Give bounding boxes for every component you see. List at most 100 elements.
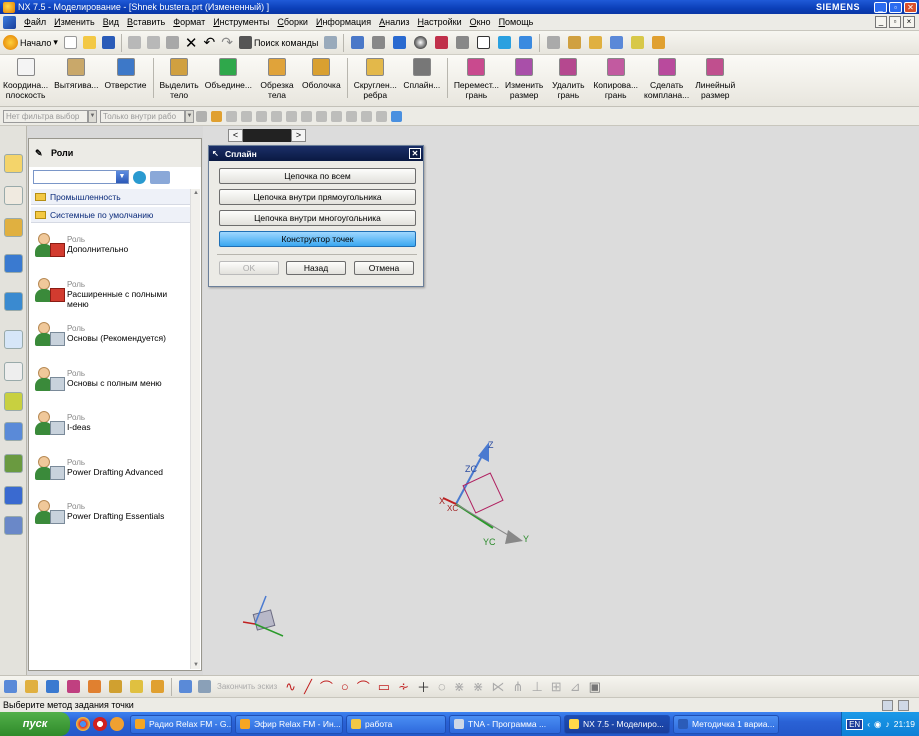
taskbar-button[interactable]: Радио Relax FM - G...	[130, 714, 232, 734]
undo-icon[interactable]: ↶	[203, 34, 215, 51]
constraints-icon[interactable]: ⋔	[513, 679, 524, 695]
datum-icon[interactable]	[25, 680, 38, 693]
role-item[interactable]: Роль Дополнительно	[33, 231, 188, 276]
chrome-icon[interactable]	[76, 717, 90, 731]
line-icon[interactable]: ╱	[304, 679, 312, 695]
command-finder-button[interactable]: Поиск команды	[236, 33, 321, 53]
menu-information[interactable]: Информация	[312, 17, 375, 27]
doc-minimize-button[interactable]: _	[875, 16, 887, 28]
copy-icon[interactable]	[146, 36, 160, 49]
render-style-icon[interactable]	[372, 36, 386, 49]
scope-filter-dropdown[interactable]: Только внутри рабо	[100, 109, 185, 123]
system-scene-icon[interactable]	[4, 486, 23, 505]
studio-spline-icon[interactable]: ∻	[398, 679, 409, 695]
arc-icon[interactable]: ⌒	[320, 677, 333, 696]
feature-button-1[interactable]: Вытягива...	[51, 58, 101, 90]
feature-button-11[interactable]: Удалить грань	[546, 58, 590, 100]
cut-icon[interactable]	[127, 36, 141, 49]
pin-icon[interactable]: ✎	[35, 148, 45, 158]
motion-icon[interactable]	[610, 36, 624, 49]
intersect-curve-icon[interactable]	[130, 680, 143, 693]
language-indicator[interactable]: EN	[846, 718, 864, 730]
scroll-up-arrow[interactable]: ▲	[192, 190, 200, 196]
feature-button-13[interactable]: Сделать комплана...	[641, 58, 692, 100]
shading-icon[interactable]	[435, 36, 449, 49]
dialog-close-button[interactable]: ✕	[409, 148, 421, 159]
taskbar-button[interactable]: работа	[346, 714, 446, 734]
system-materials-icon[interactable]	[4, 362, 23, 381]
snap-quadrant-icon[interactable]	[316, 110, 327, 122]
paste-icon[interactable]	[165, 36, 179, 49]
reuse-library-icon[interactable]	[4, 254, 23, 273]
roles-icon[interactable]	[4, 454, 23, 473]
constraint-navigator-icon[interactable]	[4, 186, 23, 205]
wcs-triad[interactable]: ZC Z YC Y X XC	[439, 440, 529, 547]
snap-intersect-icon[interactable]	[286, 110, 297, 122]
selection-icon[interactable]	[324, 36, 338, 49]
shade-icon[interactable]	[652, 36, 666, 49]
feature-button-8[interactable]: Сплайн...	[400, 58, 444, 90]
menu-window[interactable]: Окно	[466, 17, 495, 27]
color-square-icon[interactable]	[477, 36, 491, 49]
opera-icon[interactable]	[93, 717, 107, 731]
corner-icon[interactable]: ⋉	[492, 679, 505, 695]
history-icon[interactable]	[4, 330, 23, 349]
media-icon[interactable]	[110, 717, 124, 731]
point-constructor-button[interactable]: Конструктор точек	[219, 231, 416, 247]
doc-restore-button[interactable]: ▫	[889, 16, 901, 28]
web-browser-icon[interactable]	[4, 292, 23, 311]
orient-view-icon[interactable]	[393, 36, 407, 49]
chevron-down-icon[interactable]: ▼	[116, 171, 128, 183]
menu-edit[interactable]: Изменить	[50, 17, 99, 27]
view-fit-icon[interactable]	[351, 36, 365, 49]
type-filter-dropdown[interactable]: Нет фильтра выбор	[3, 109, 88, 123]
chain-in-rectangle-button[interactable]: Цепочка внутри прямоугольника	[219, 189, 416, 205]
maximize-button[interactable]: ▫	[889, 1, 902, 13]
chain-all-button[interactable]: Цепочка по всем	[219, 168, 416, 184]
start-menu-button[interactable]: Начало ▾	[0, 33, 61, 53]
profile-icon[interactable]: ∿	[285, 679, 296, 695]
feature-button-10[interactable]: Изменить размер	[502, 58, 546, 100]
snap-point-icon[interactable]	[226, 110, 237, 122]
feature-button-9[interactable]: Перемест... грань	[451, 58, 502, 100]
snap-center-icon[interactable]	[301, 110, 312, 122]
snap-face-icon[interactable]	[361, 110, 372, 122]
sketch-style-icon[interactable]: ▣	[589, 679, 601, 695]
taskbar-button[interactable]: Эфир Relax FM - Ин...	[235, 714, 343, 734]
point-set-icon[interactable]	[46, 680, 59, 693]
close-button[interactable]: ✕	[904, 1, 917, 13]
project-curve-icon[interactable]	[109, 680, 122, 693]
view-options-icon[interactable]	[150, 170, 170, 184]
fillet-sketch-icon[interactable]: ⌒	[357, 677, 370, 696]
role-item[interactable]: Роль I-deas	[33, 409, 188, 454]
snap-icon[interactable]	[211, 110, 222, 122]
rectangle-icon[interactable]: ▭	[378, 679, 390, 695]
snap-end-icon[interactable]	[241, 110, 252, 122]
finish-sketch-icon[interactable]	[198, 680, 211, 693]
menu-file[interactable]: Файл	[20, 17, 50, 27]
circle-icon[interactable]: ○	[341, 679, 349, 694]
snap-mid-icon[interactable]	[256, 110, 267, 122]
role-folder[interactable]: Системные по умолчанию	[31, 207, 190, 223]
part-navigator-icon[interactable]	[4, 218, 23, 237]
analysis-icon[interactable]	[568, 36, 582, 49]
feature-button-3[interactable]: Выделить тело	[157, 58, 202, 100]
feature-button-2[interactable]: Отверстие	[102, 58, 150, 90]
feature-button-0[interactable]: Координа... плоскость	[0, 58, 51, 100]
curve-on-surface-icon[interactable]	[67, 680, 80, 693]
offset-curve-icon[interactable]	[88, 680, 101, 693]
minimize-button[interactable]: _	[874, 1, 887, 13]
chain-in-polygon-button[interactable]: Цепочка внутри многоугольника	[219, 210, 416, 226]
background-icon[interactable]	[456, 36, 470, 49]
layout-icon[interactable]	[631, 36, 645, 49]
taskbar-button[interactable]: Методичка 1 вариа...	[673, 714, 779, 734]
feature-button-7[interactable]: Скруглен... ребра	[351, 58, 400, 100]
chevron-down-icon[interactable]: ▼	[88, 109, 97, 123]
sketch-table-icon[interactable]	[179, 680, 192, 693]
table-icon[interactable]	[547, 36, 561, 49]
point-icon[interactable]: ＋	[417, 677, 430, 696]
alternate-solution-icon[interactable]: ⊞	[551, 679, 562, 695]
palette-icon[interactable]	[4, 516, 23, 535]
status-icon-1[interactable]	[882, 700, 893, 711]
fillet-icon[interactable]	[151, 680, 164, 693]
